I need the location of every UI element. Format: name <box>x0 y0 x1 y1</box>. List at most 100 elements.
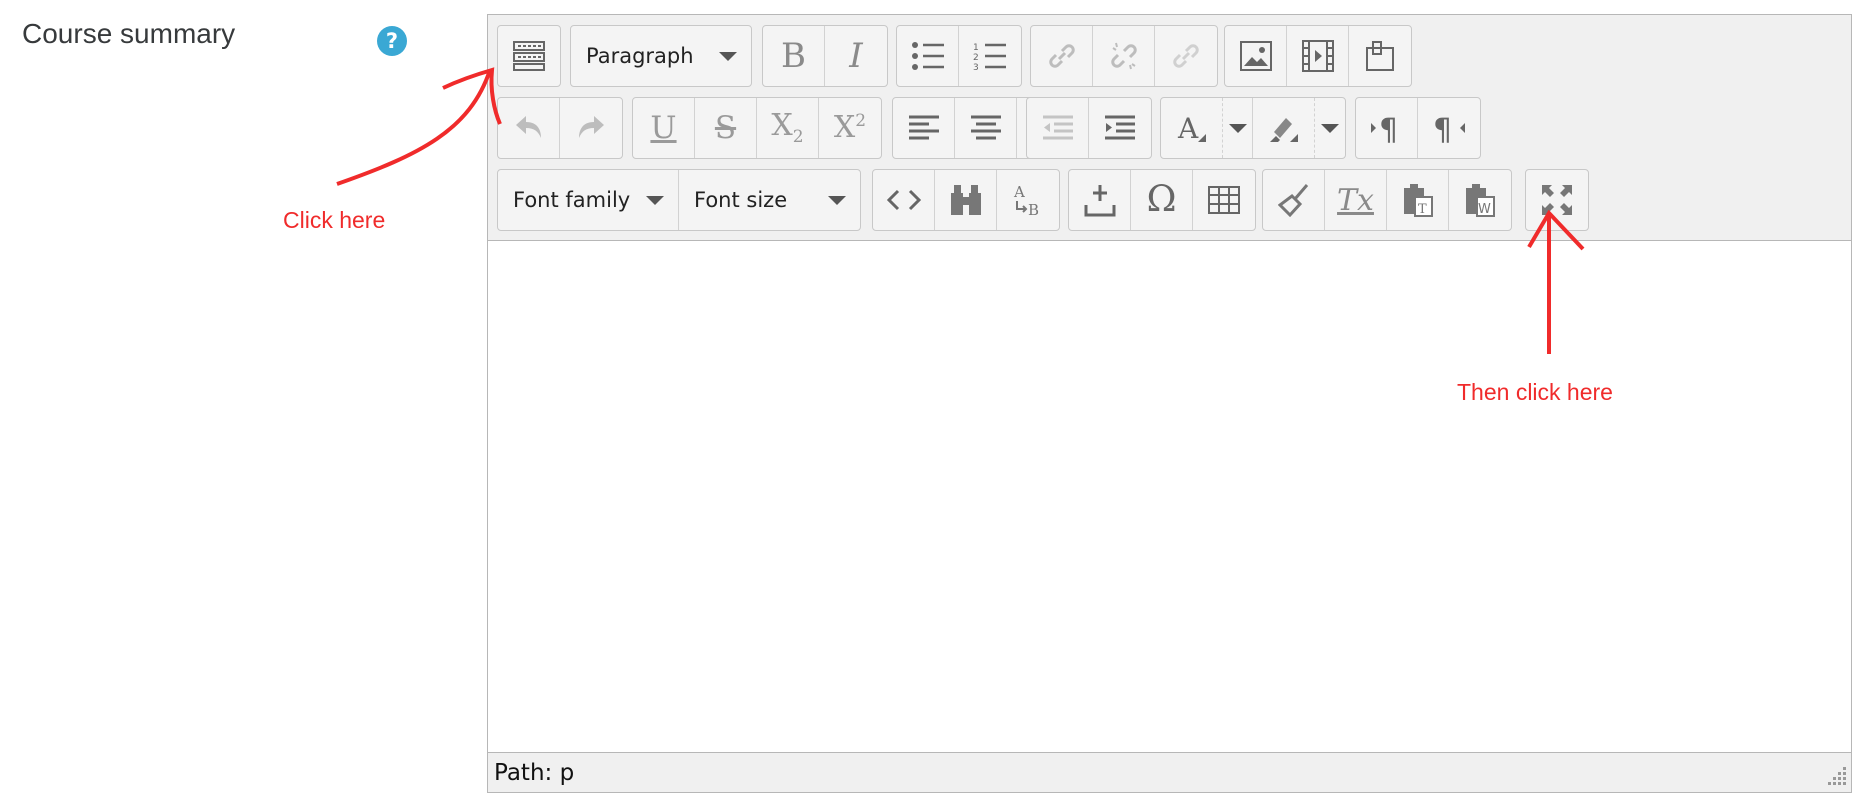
undo-icon <box>515 116 541 138</box>
code-icon <box>886 189 921 211</box>
source-code-button[interactable] <box>873 170 935 230</box>
bullet-list-button[interactable] <box>897 26 959 86</box>
align-center-button[interactable] <box>955 98 1017 158</box>
indent-button[interactable] <box>1089 98 1151 158</box>
block-format-select[interactable]: Paragraph <box>571 26 751 86</box>
bold-button[interactable]: B <box>763 26 825 86</box>
omega-icon: Ω <box>1146 179 1177 220</box>
toolbar-toggle-icon[interactable] <box>498 26 560 86</box>
background-color-button[interactable] <box>1253 98 1315 158</box>
media-group <box>1224 25 1412 87</box>
paste-text-icon: T <box>1403 184 1433 217</box>
paste-word-button[interactable]: W <box>1449 170 1511 230</box>
manage-files-button[interactable] <box>1349 26 1411 86</box>
font-size-select[interactable]: Font size <box>679 170 860 230</box>
font-size-value: Font size <box>694 188 788 212</box>
editor-toolbar: Paragraph B I 1 2 3 U S X2 X2 A ¶ ¶ Font… <box>488 15 1851 241</box>
svg-text:¶: ¶ <box>1379 113 1398 143</box>
svg-text:T: T <box>1418 202 1427 217</box>
unlink-icon <box>1110 42 1137 70</box>
anchor-icon <box>1173 44 1199 68</box>
superscript-button[interactable]: X2 <box>819 98 881 158</box>
svg-text:2: 2 <box>973 53 979 63</box>
tools-group: A B <box>872 169 1060 231</box>
link-button[interactable] <box>1031 26 1093 86</box>
svg-text:B: B <box>1028 201 1039 217</box>
ltr-button[interactable]: ¶ <box>1356 98 1418 158</box>
numbered-list-icon: 1 2 3 <box>973 43 1006 71</box>
special-char-button[interactable]: Ω <box>1131 170 1193 230</box>
link-icon <box>1048 44 1075 68</box>
chevron-down-icon <box>646 195 664 205</box>
image-button[interactable] <box>1225 26 1287 86</box>
insert-group: Ω <box>1068 169 1256 231</box>
fullscreen-group <box>1525 169 1589 231</box>
course-summary-label: Course summary <box>22 18 236 49</box>
svg-text:W: W <box>1478 202 1491 217</box>
underline-button[interactable]: U <box>633 98 695 158</box>
rich-text-editor: Paragraph B I 1 2 3 U S X2 X2 A ¶ ¶ Font… <box>487 14 1852 793</box>
arrow-to-toggle <box>336 69 492 186</box>
color-group: A <box>1160 97 1346 159</box>
image-icon <box>1239 41 1272 71</box>
align-left-icon <box>908 115 939 140</box>
cleanup-group: Tx T W <box>1262 169 1512 231</box>
anchor-button[interactable] <box>1155 26 1217 86</box>
annotation-then-click-here: Then click here <box>1457 379 1613 405</box>
resize-handle-icon[interactable] <box>1821 763 1847 789</box>
fullscreen-button[interactable] <box>1526 170 1588 230</box>
history-group <box>497 97 623 159</box>
spellcheck-button[interactable]: A B <box>997 170 1059 230</box>
numbered-list-button[interactable]: 1 2 3 <box>959 26 1021 86</box>
unlink-button[interactable] <box>1093 26 1155 86</box>
media-button[interactable] <box>1287 26 1349 86</box>
font-family-select[interactable]: Font family <box>498 170 679 230</box>
clear-format-icon: Tx <box>1337 182 1374 218</box>
svg-text:3: 3 <box>973 63 979 71</box>
outdent-button[interactable] <box>1027 98 1089 158</box>
subscript-icon: X2 <box>771 107 804 147</box>
text-color-icon: A <box>1177 112 1206 144</box>
chevron-down-icon <box>1321 123 1339 133</box>
broom-icon <box>1277 184 1308 217</box>
strikethrough-icon: S <box>714 109 737 146</box>
redo-button[interactable] <box>560 98 622 158</box>
text-color-dropdown[interactable] <box>1223 98 1253 158</box>
align-left-button[interactable] <box>893 98 955 158</box>
element-path[interactable]: Path: p <box>494 760 574 786</box>
text-color-button[interactable]: A <box>1161 98 1223 158</box>
undo-button[interactable] <box>498 98 560 158</box>
format-group: B I <box>762 25 888 87</box>
help-icon[interactable]: ? <box>377 26 407 56</box>
text-style-group: U S X2 X2 <box>632 97 882 159</box>
table-button[interactable] <box>1193 170 1255 230</box>
clear-format-button[interactable]: Tx <box>1325 170 1387 230</box>
italic-button[interactable]: I <box>825 26 887 86</box>
editor-content-area[interactable] <box>488 241 1851 752</box>
svg-text:¶: ¶ <box>1433 113 1452 143</box>
svg-text:A: A <box>1177 112 1199 144</box>
paste-text-button[interactable]: T <box>1387 170 1449 230</box>
clean-button[interactable] <box>1263 170 1325 230</box>
strikethrough-button[interactable]: S <box>695 98 757 158</box>
find-replace-button[interactable] <box>935 170 997 230</box>
rtl-icon: ¶ <box>1433 113 1465 143</box>
bullet-list-icon <box>911 42 944 70</box>
ltr-icon: ¶ <box>1370 113 1398 143</box>
media-icon <box>1301 40 1334 72</box>
font-group: Font family Font size <box>497 169 861 231</box>
toolbar-toggle-group <box>497 25 561 87</box>
underline-icon: U <box>650 109 677 146</box>
background-color-dropdown[interactable] <box>1315 98 1345 158</box>
table-icon <box>1208 186 1240 214</box>
align-center-icon <box>970 115 1001 140</box>
list-group: 1 2 3 <box>896 25 1022 87</box>
chevron-down-icon <box>828 195 846 205</box>
subscript-button[interactable]: X2 <box>757 98 819 158</box>
spellcheck-icon: A B <box>1013 183 1039 217</box>
insert-element-button[interactable] <box>1069 170 1131 230</box>
rtl-button[interactable]: ¶ <box>1418 98 1480 158</box>
indent-icon <box>1105 115 1135 140</box>
outdent-icon <box>1042 115 1073 140</box>
svg-text:A: A <box>1013 183 1025 201</box>
